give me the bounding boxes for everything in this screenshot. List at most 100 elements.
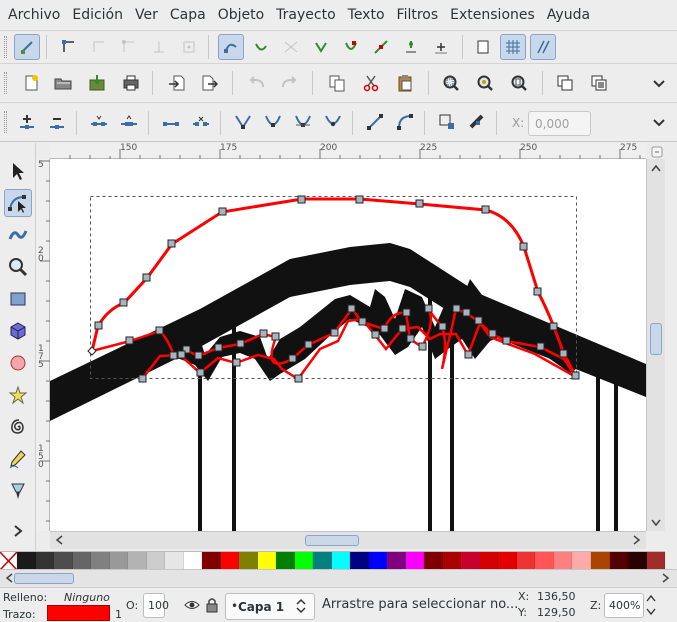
3d-box-tool[interactable] — [4, 317, 32, 345]
color-swatch[interactable] — [331, 552, 351, 570]
drawing-canvas[interactable] — [50, 159, 646, 531]
fill-value[interactable]: Ninguno — [64, 591, 110, 604]
color-swatch[interactable] — [220, 552, 240, 570]
stroke-to-path-button[interactable] — [464, 109, 490, 135]
toolbar-grip[interactable] — [4, 72, 7, 94]
palette-scroll-thumb[interactable] — [14, 573, 74, 584]
color-swatch[interactable] — [276, 552, 295, 570]
color-swatch[interactable] — [91, 552, 110, 570]
print-button[interactable] — [118, 70, 144, 96]
snap-rotation-centers-button[interactable] — [428, 34, 454, 60]
pencil-tool[interactable] — [4, 445, 32, 473]
rectangle-tool[interactable] — [4, 285, 32, 313]
symmetric-node-button[interactable] — [290, 109, 316, 135]
snap-line-midpoints-button[interactable] — [368, 34, 394, 60]
color-swatch[interactable] — [609, 552, 629, 570]
vertical-scroll-thumb[interactable] — [650, 323, 662, 355]
color-swatch[interactable] — [146, 552, 166, 570]
color-swatch[interactable] — [72, 552, 92, 570]
color-swatch[interactable] — [461, 552, 480, 570]
color-swatch[interactable] — [239, 552, 258, 570]
color-swatch[interactable] — [350, 552, 369, 570]
x-coordinate-input[interactable]: 0,000 — [528, 111, 591, 136]
scroll-up-button[interactable] — [651, 164, 661, 175]
node-tool[interactable] — [4, 189, 32, 217]
import-button[interactable] — [164, 70, 190, 96]
insert-node-button[interactable] — [14, 109, 40, 135]
color-swatch[interactable] — [35, 552, 55, 570]
color-swatch[interactable] — [387, 552, 406, 570]
spiral-tool[interactable] — [4, 413, 32, 441]
snap-nodes-button[interactable] — [218, 34, 244, 60]
menu-archivo[interactable]: Archivo — [2, 0, 66, 30]
color-swatch[interactable] — [535, 552, 554, 570]
menu-capa[interactable]: Capa — [164, 0, 212, 30]
menu-filtros[interactable]: Filtros — [391, 0, 445, 30]
menu-trayecto[interactable]: Trayecto — [270, 0, 341, 30]
scroll-down-button[interactable] — [651, 519, 661, 530]
color-swatch[interactable] — [294, 552, 314, 570]
color-swatch[interactable] — [424, 552, 443, 570]
snap-intersections-button[interactable] — [278, 34, 304, 60]
break-path-button[interactable] — [116, 109, 142, 135]
snap-bbox-edges-button[interactable] — [86, 34, 112, 60]
star-tool[interactable] — [4, 381, 32, 409]
color-swatch[interactable] — [442, 552, 462, 570]
color-swatch[interactable] — [54, 552, 73, 570]
tweak-tool[interactable] — [4, 221, 32, 249]
menu-edicion[interactable]: Edición — [66, 0, 129, 30]
color-swatch[interactable] — [313, 552, 332, 570]
snap-object-midpoints-button[interactable] — [398, 34, 424, 60]
scroll-right-button[interactable] — [633, 535, 641, 548]
color-swatch[interactable] — [128, 552, 147, 570]
no-paint-swatch[interactable] — [0, 552, 17, 570]
stroke-color-swatch[interactable] — [47, 605, 110, 621]
snap-paths-button[interactable] — [248, 34, 274, 60]
menu-texto[interactable]: Texto — [342, 0, 391, 30]
snap-toggle-button[interactable] — [14, 34, 40, 60]
zoom-selection-button[interactable] — [438, 70, 464, 96]
join-segment-button[interactable] — [158, 109, 184, 135]
color-swatch[interactable] — [17, 552, 36, 570]
toolbar-grip[interactable] — [4, 111, 7, 133]
toolbar-grip[interactable] — [4, 36, 7, 58]
menu-objeto[interactable]: Objeto — [212, 0, 270, 30]
menu-extensiones[interactable]: Extensiones — [444, 0, 541, 30]
palette-scroll-left[interactable] — [5, 573, 13, 586]
menu-ver[interactable]: Ver — [129, 0, 164, 30]
zoom-drawing-button[interactable] — [472, 70, 498, 96]
color-swatch[interactable] — [165, 552, 184, 570]
color-swatch[interactable] — [590, 552, 610, 570]
color-swatch[interactable] — [257, 552, 277, 570]
make-line-button[interactable] — [362, 109, 388, 135]
layer-lock-toggle[interactable] — [205, 597, 219, 617]
smooth-node-button[interactable] — [260, 109, 286, 135]
toolbar-overflow-button[interactable] — [646, 109, 672, 135]
zoom-page-button[interactable] — [506, 70, 532, 96]
cut-button[interactable] — [358, 70, 384, 96]
duplicate-button[interactable] — [552, 70, 578, 96]
new-document-button[interactable] — [18, 70, 44, 96]
undo-button[interactable] — [244, 70, 270, 96]
ellipse-tool[interactable] — [4, 349, 32, 377]
opacity-input[interactable]: 100 — [143, 593, 169, 618]
snap-smooth-nodes-button[interactable] — [338, 34, 364, 60]
open-button[interactable] — [50, 70, 76, 96]
menu-ayuda[interactable]: Ayuda — [541, 0, 596, 30]
layer-visibility-toggle[interactable] — [184, 599, 200, 615]
zoom-spinner[interactable] — [646, 593, 658, 619]
scroll-left-button[interactable] — [55, 535, 63, 548]
toolbar-overflow-button[interactable] — [646, 70, 672, 96]
delete-node-button[interactable] — [44, 109, 70, 135]
copy-button[interactable] — [324, 70, 350, 96]
layer-selector[interactable]: • Capa 1 — [225, 593, 315, 620]
color-swatch[interactable] — [516, 552, 536, 570]
scroll-corner-button[interactable] — [651, 146, 663, 161]
snap-bbox-midpoints-button[interactable] — [146, 34, 172, 60]
selector-tool[interactable] — [4, 157, 32, 185]
color-swatch[interactable] — [628, 552, 647, 570]
snap-bbox-corners-button[interactable] — [116, 34, 142, 60]
vertical-scrollbar[interactable] — [646, 146, 665, 531]
color-swatch[interactable] — [183, 552, 203, 570]
palette-scrollbar[interactable] — [0, 569, 677, 587]
